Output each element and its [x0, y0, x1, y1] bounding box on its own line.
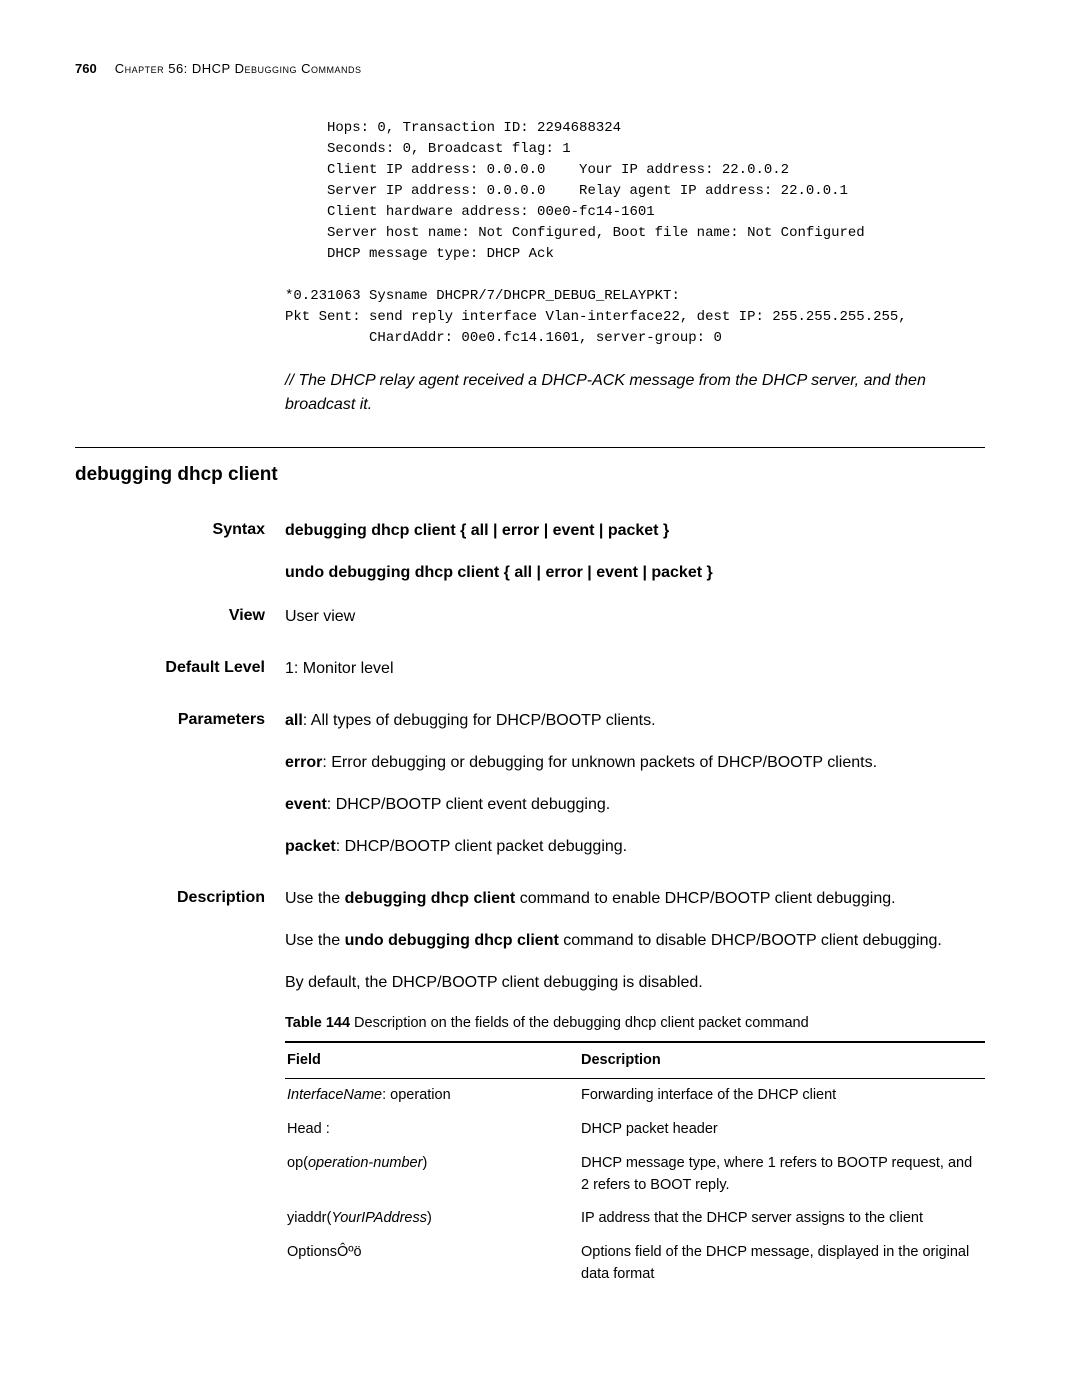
- parameters-label: Parameters: [75, 709, 285, 859]
- syntax-cmd-1: debugging dhcp client: [285, 522, 456, 539]
- view-content: User view: [285, 605, 985, 629]
- desc-p3: By default, the DHCP/BOOTP client debugg…: [285, 971, 985, 995]
- table-caption: Table 144 Description on the fields of t…: [285, 1013, 985, 1035]
- td-field: OptionsÔºö: [285, 1236, 579, 1292]
- table-row: Head : DHCP packet header: [285, 1113, 985, 1147]
- code-block: Hops: 0, Transaction ID: 2294688324 Seco…: [285, 118, 985, 349]
- description-content: Use the debugging dhcp client command to…: [285, 887, 985, 1292]
- table-row: InterfaceName: operation Forwarding inte…: [285, 1079, 985, 1113]
- table-row: OptionsÔºö Options field of the DHCP mes…: [285, 1236, 985, 1292]
- view-row: View User view: [75, 605, 985, 629]
- page-number: 760: [75, 60, 97, 78]
- td-field: InterfaceName: operation: [285, 1079, 579, 1113]
- td-desc: Options field of the DHCP message, displ…: [579, 1236, 985, 1292]
- section-divider: [75, 447, 985, 448]
- syntax-opts-1: { all | error | event | packet }: [456, 522, 670, 539]
- param-item: all: All types of debugging for DHCP/BOO…: [285, 709, 985, 733]
- parameters-content: all: All types of debugging for DHCP/BOO…: [285, 709, 985, 859]
- fields-table: Field Description InterfaceName: operati…: [285, 1041, 985, 1292]
- param-item: event: DHCP/BOOTP client event debugging…: [285, 793, 985, 817]
- syntax-cmd-2: undo debugging dhcp client: [285, 564, 499, 581]
- td-desc: IP address that the DHCP server assigns …: [579, 1202, 985, 1236]
- syntax-content: debugging dhcp client { all | error | ev…: [285, 519, 985, 585]
- td-desc: Forwarding interface of the DHCP client: [579, 1079, 985, 1113]
- param-item: packet: DHCP/BOOTP client packet debuggi…: [285, 835, 985, 859]
- view-label: View: [75, 605, 285, 629]
- description-label: Description: [75, 887, 285, 1292]
- table-row: op(operation-number) DHCP message type, …: [285, 1147, 985, 1203]
- td-desc: DHCP packet header: [579, 1113, 985, 1147]
- description-row: Description Use the debugging dhcp clien…: [75, 887, 985, 1292]
- chapter-label: Chapter 56: DHCP Debugging Commands: [115, 60, 362, 78]
- td-desc: DHCP message type, where 1 refers to BOO…: [579, 1147, 985, 1203]
- td-field: Head :: [285, 1113, 579, 1147]
- desc-p1: Use the debugging dhcp client command to…: [285, 887, 985, 911]
- syntax-label: Syntax: [75, 519, 285, 585]
- parameters-row: Parameters all: All types of debugging f…: [75, 709, 985, 859]
- page-header: 760 Chapter 56: DHCP Debugging Commands: [75, 60, 985, 78]
- th-field: Field: [285, 1042, 579, 1079]
- desc-p2: Use the undo debugging dhcp client comma…: [285, 929, 985, 953]
- syntax-opts-2: { all | error | event | packet }: [499, 564, 713, 581]
- th-description: Description: [579, 1042, 985, 1079]
- table-header-row: Field Description: [285, 1042, 985, 1079]
- param-item: error: Error debugging or debugging for …: [285, 751, 985, 775]
- comment-block: // The DHCP relay agent received a DHCP-…: [285, 369, 985, 417]
- section-title: debugging dhcp client: [75, 462, 985, 489]
- td-field: op(operation-number): [285, 1147, 579, 1203]
- td-field: yiaddr(YourIPAddress): [285, 1202, 579, 1236]
- default-level-label: Default Level: [75, 657, 285, 681]
- default-level-content: 1: Monitor level: [285, 657, 985, 681]
- default-level-row: Default Level 1: Monitor level: [75, 657, 985, 681]
- syntax-row: Syntax debugging dhcp client { all | err…: [75, 519, 985, 585]
- table-row: yiaddr(YourIPAddress) IP address that th…: [285, 1202, 985, 1236]
